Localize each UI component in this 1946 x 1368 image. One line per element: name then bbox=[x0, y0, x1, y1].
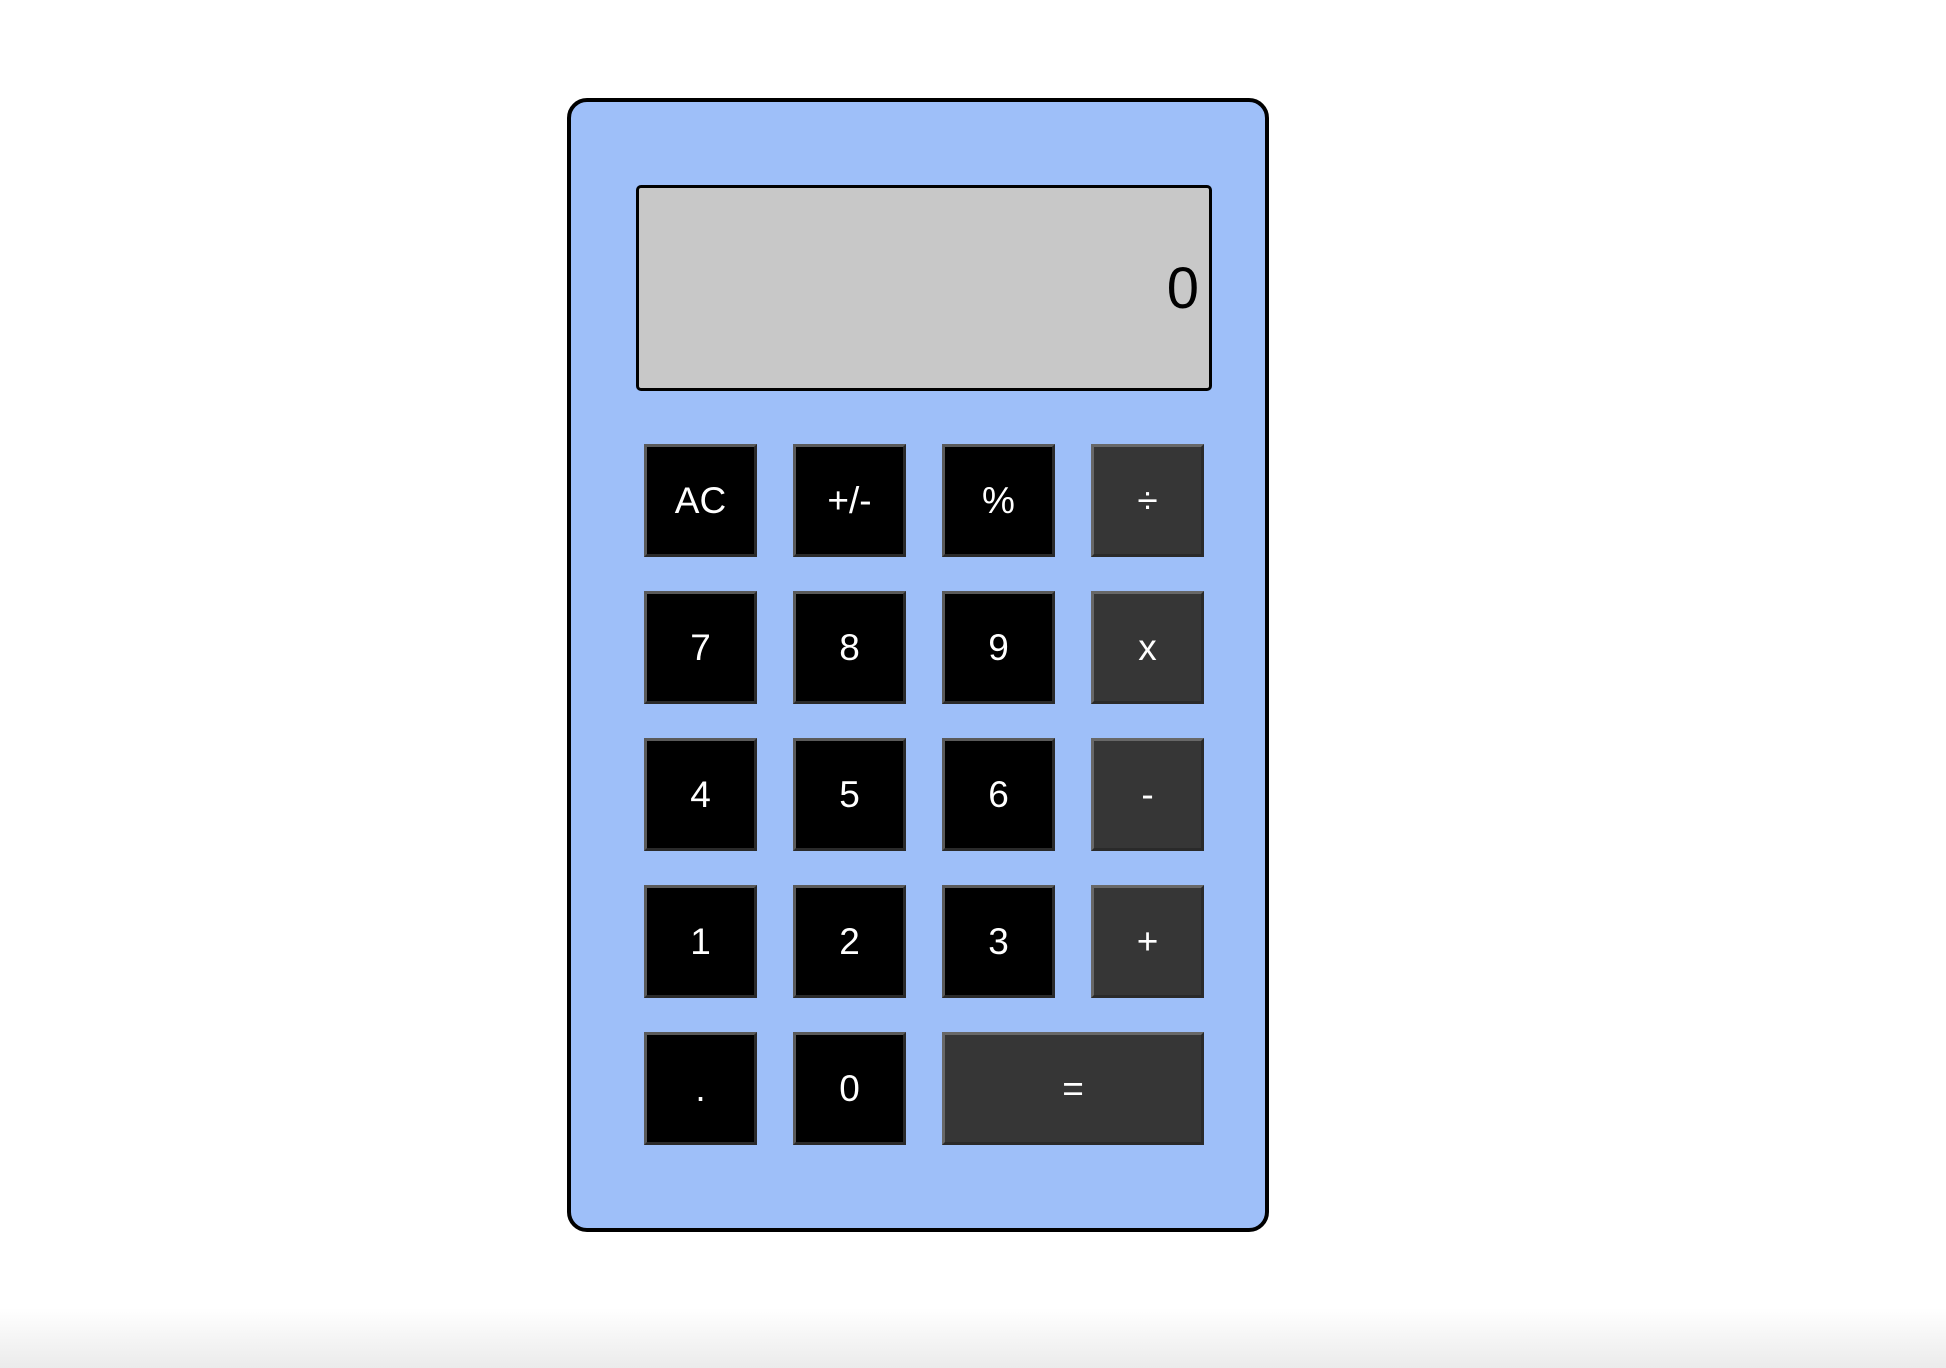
bottom-fade bbox=[0, 1308, 1946, 1368]
digit-5-button[interactable]: 5 bbox=[793, 738, 906, 851]
digit-1-button[interactable]: 1 bbox=[644, 885, 757, 998]
digit-8-button[interactable]: 8 bbox=[793, 591, 906, 704]
digit-6-button[interactable]: 6 bbox=[942, 738, 1055, 851]
multiply-button[interactable]: x bbox=[1091, 591, 1204, 704]
plus-minus-button[interactable]: +/- bbox=[793, 444, 906, 557]
digit-4-button[interactable]: 4 bbox=[644, 738, 757, 851]
page: 0 AC +/- % ÷ 7 8 9 x 4 5 6 - 1 2 3 + . 0… bbox=[0, 0, 1946, 1368]
digit-9-button[interactable]: 9 bbox=[942, 591, 1055, 704]
calculator: 0 AC +/- % ÷ 7 8 9 x 4 5 6 - 1 2 3 + . 0… bbox=[567, 98, 1269, 1232]
decimal-button[interactable]: . bbox=[644, 1032, 757, 1145]
equals-button[interactable]: = bbox=[942, 1032, 1204, 1145]
digit-3-button[interactable]: 3 bbox=[942, 885, 1055, 998]
clear-button[interactable]: AC bbox=[644, 444, 757, 557]
keypad: AC +/- % ÷ 7 8 9 x 4 5 6 - 1 2 3 + . 0 = bbox=[644, 444, 1205, 1145]
percent-button[interactable]: % bbox=[942, 444, 1055, 557]
digit-0-button[interactable]: 0 bbox=[793, 1032, 906, 1145]
calculator-display: 0 bbox=[636, 185, 1212, 391]
subtract-button[interactable]: - bbox=[1091, 738, 1204, 851]
digit-2-button[interactable]: 2 bbox=[793, 885, 906, 998]
add-button[interactable]: + bbox=[1091, 885, 1204, 998]
digit-7-button[interactable]: 7 bbox=[644, 591, 757, 704]
divide-button[interactable]: ÷ bbox=[1091, 444, 1204, 557]
